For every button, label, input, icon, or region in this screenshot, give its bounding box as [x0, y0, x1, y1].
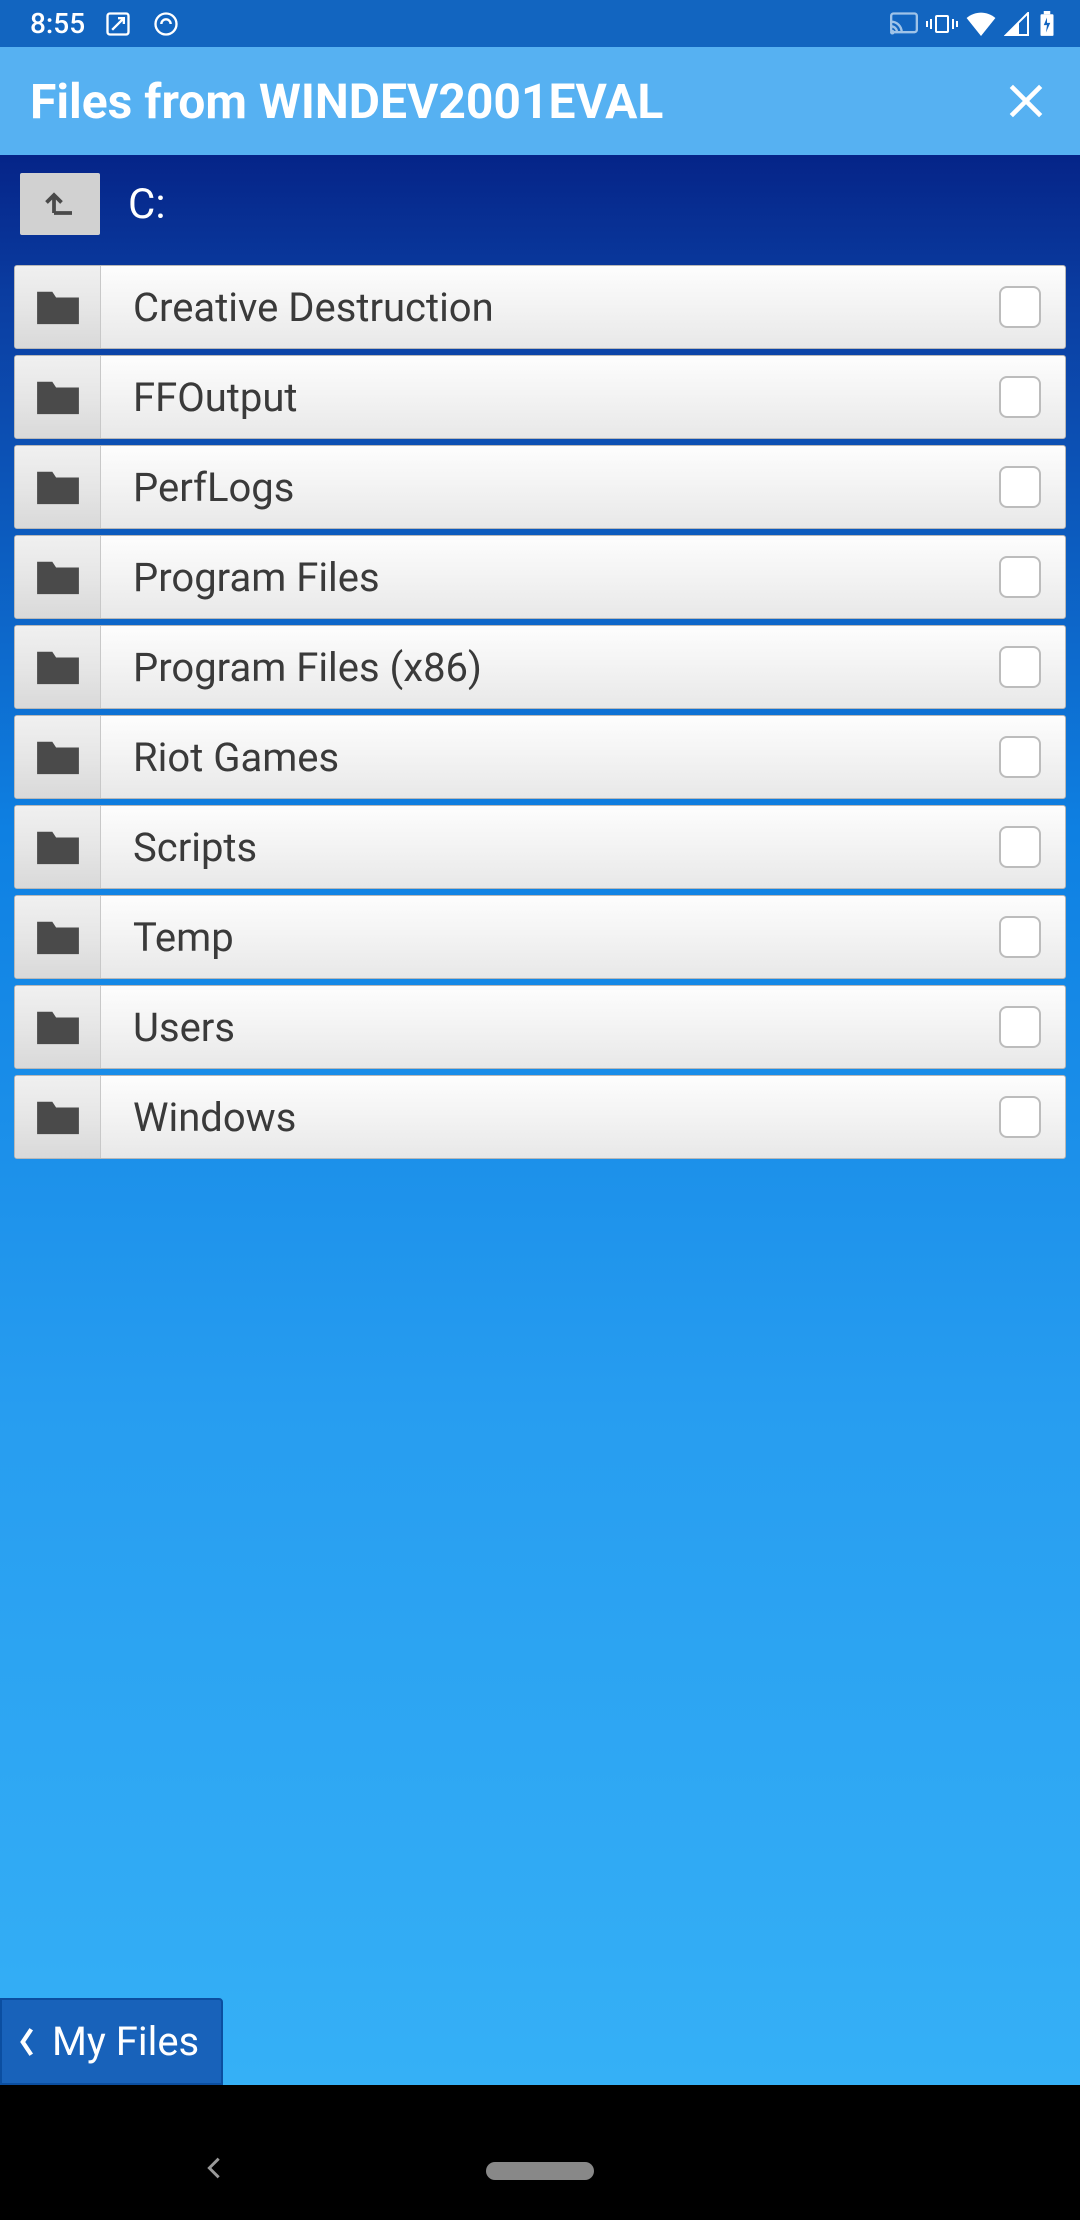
breadcrumb: C:	[14, 173, 1066, 235]
folder-row[interactable]: Riot Games	[14, 715, 1066, 799]
folder-checkbox[interactable]	[975, 266, 1065, 348]
notification-icon-1	[103, 9, 133, 39]
navigation-bar	[0, 2085, 1080, 2220]
folder-name-label: FFOutput	[101, 356, 975, 438]
folder-icon	[15, 626, 101, 708]
folder-row[interactable]: Program Files	[14, 535, 1066, 619]
folder-icon	[15, 896, 101, 978]
folder-row[interactable]: Program Files (x86)	[14, 625, 1066, 709]
folder-name-label: Windows	[101, 1076, 975, 1158]
folder-icon	[15, 356, 101, 438]
folder-list: Creative Destruction FFOutput PerfLogs P…	[14, 265, 1066, 1159]
content-area: C: Creative Destruction FFOutput PerfLog…	[0, 155, 1080, 2085]
folder-row[interactable]: PerfLogs	[14, 445, 1066, 529]
folder-checkbox[interactable]	[975, 626, 1065, 708]
folder-checkbox[interactable]	[975, 1076, 1065, 1158]
folder-checkbox[interactable]	[975, 806, 1065, 888]
folder-checkbox[interactable]	[975, 896, 1065, 978]
folder-icon	[15, 266, 101, 348]
status-right	[890, 11, 1056, 37]
folder-name-label: PerfLogs	[101, 446, 975, 528]
battery-icon	[1038, 11, 1056, 37]
my-files-button[interactable]: My Files	[0, 1998, 223, 2085]
folder-name-label: Program Files	[101, 536, 975, 618]
folder-checkbox[interactable]	[975, 536, 1065, 618]
nav-back-button[interactable]	[200, 2154, 228, 2182]
signal-icon	[1004, 12, 1030, 36]
folder-name-label: Temp	[101, 896, 975, 978]
folder-icon	[15, 986, 101, 1068]
breadcrumb-label: C:	[128, 180, 166, 229]
folder-checkbox[interactable]	[975, 986, 1065, 1068]
app-header: Files from WINDEV2001EVAL	[0, 47, 1080, 155]
folder-row[interactable]: Windows	[14, 1075, 1066, 1159]
folder-row[interactable]: Temp	[14, 895, 1066, 979]
wifi-icon	[966, 12, 996, 36]
folder-name-label: Users	[101, 986, 975, 1068]
folder-name-label: Program Files (x86)	[101, 626, 975, 708]
folder-icon	[15, 536, 101, 618]
status-time: 8:55	[30, 7, 85, 40]
folder-row[interactable]: FFOutput	[14, 355, 1066, 439]
folder-row[interactable]: Creative Destruction	[14, 265, 1066, 349]
notification-icon-2	[151, 9, 181, 39]
status-left: 8:55	[30, 7, 181, 40]
folder-icon	[15, 446, 101, 528]
chevron-left-icon	[16, 2025, 38, 2059]
folder-checkbox[interactable]	[975, 356, 1065, 438]
page-title: Files from WINDEV2001EVAL	[30, 73, 663, 130]
folder-name-label: Creative Destruction	[101, 266, 975, 348]
folder-name-label: Scripts	[101, 806, 975, 888]
up-button[interactable]	[20, 173, 100, 235]
folder-icon	[15, 1076, 101, 1158]
nav-home-pill[interactable]	[486, 2162, 594, 2180]
folder-row[interactable]: Scripts	[14, 805, 1066, 889]
folder-checkbox[interactable]	[975, 446, 1065, 528]
my-files-label: My Files	[52, 2018, 199, 2065]
folder-checkbox[interactable]	[975, 716, 1065, 798]
cast-icon	[890, 12, 918, 36]
folder-row[interactable]: Users	[14, 985, 1066, 1069]
status-bar: 8:55	[0, 0, 1080, 47]
close-button[interactable]	[1002, 77, 1050, 125]
folder-name-label: Riot Games	[101, 716, 975, 798]
folder-icon	[15, 716, 101, 798]
folder-icon	[15, 806, 101, 888]
vibrate-icon	[926, 12, 958, 36]
